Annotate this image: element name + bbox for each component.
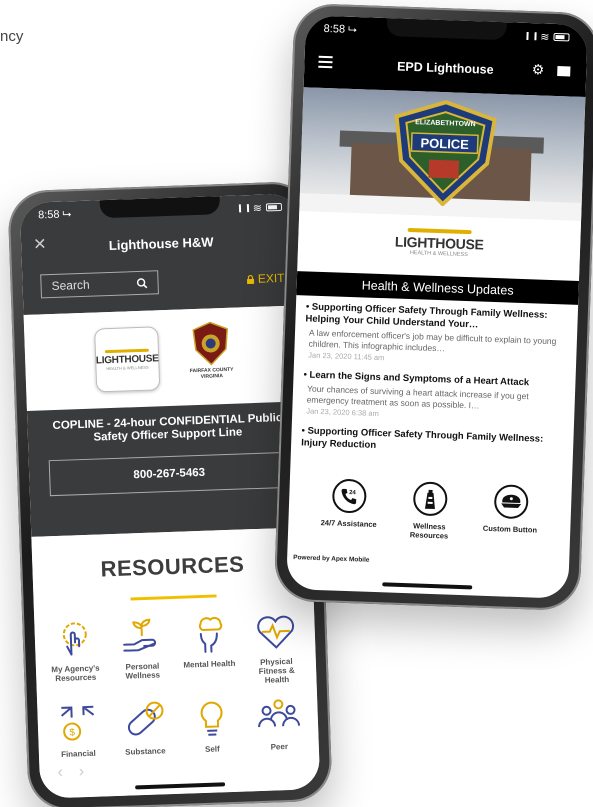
status-time: 8:58 ⮡ [323, 22, 358, 36]
resource-label: Mental Health [183, 658, 236, 670]
search-placeholder: Search [51, 277, 90, 293]
signal-icon [238, 204, 249, 213]
copline-text: COPLINE - 24-hour CONFIDENTIAL Public Sa… [52, 412, 283, 444]
resource-label: Self [204, 744, 220, 754]
exit-button[interactable]: EXIT [247, 271, 285, 286]
gear-icon[interactable]: ⚙ [531, 61, 545, 78]
status-icons: ≋ [526, 29, 570, 44]
resources-title: RESOURCES [100, 551, 245, 582]
status-icons: ≋ [238, 200, 283, 215]
news-item[interactable]: Supporting Officer Safety Through Family… [304, 301, 568, 368]
resource-mental-health[interactable]: Mental Health [174, 611, 244, 688]
back-button[interactable]: ‹ [57, 764, 63, 782]
search-row: Search EXIT [40, 266, 285, 299]
battery-icon [265, 202, 283, 212]
logo-swoosh [104, 348, 149, 353]
home-indicator[interactable] [382, 582, 473, 590]
lighthouse-logo-sub: HEALTH & WELLNESS [106, 364, 149, 371]
powered-by-text: Powered by Apex Mobile [293, 554, 370, 564]
resource-physical-fitness[interactable]: Physical Fitness & Health [241, 608, 311, 685]
lighthouse-logo[interactable]: LIGHTHOUSE HEALTH & WELLNESS [94, 326, 161, 393]
action-label: 24/7 Assistance [320, 518, 377, 530]
news-title: Supporting Officer Safety Through Family… [301, 425, 564, 458]
battery-icon [553, 32, 570, 42]
phone-24-icon: 24 [332, 478, 368, 514]
forward-button[interactable]: › [79, 763, 85, 781]
resource-my-agency[interactable]: My Agency's Resources [40, 615, 110, 692]
updates-header: Health & Wellness Updates [296, 271, 579, 305]
exit-label: EXIT [257, 270, 285, 286]
resource-label: Financial [60, 748, 96, 759]
wellness-resources-button[interactable]: Wellness Resources [397, 481, 463, 541]
news-list: Supporting Officer Safety Through Family… [291, 301, 578, 469]
news-item[interactable]: Learn the Signs and Symptoms of a Heart … [302, 369, 565, 424]
action-label: Custom Button [482, 523, 538, 535]
browser-nav: ‹ › [57, 763, 84, 782]
pill-icon [127, 701, 163, 736]
action-label: Wellness Resources [409, 521, 449, 541]
hero-image: POLICE ELIZABETHTOWN [299, 87, 586, 221]
badge-police-text: POLICE [420, 135, 469, 152]
logo-swoosh [407, 227, 472, 235]
lighthouse-logo-word: LIGHTHOUSE [394, 233, 484, 253]
resource-substance[interactable]: Substance [110, 698, 179, 757]
hand-sprout-icon [122, 618, 156, 652]
mail-icon[interactable] [557, 66, 571, 77]
dollar-arrows-icon: $ [60, 705, 94, 741]
signal-icon [526, 31, 537, 41]
background-text-fragment: ncy [0, 28, 24, 45]
head-cloud-icon [198, 617, 222, 653]
people-icon [257, 699, 300, 728]
left-phone-screen: 8:58 ⮡ ≋ ✕ Lighthouse H&W Search EXIT LI… [19, 193, 321, 799]
right-phone-mockup: 8:58 ⮡ ≋ EPD Lighthouse ⚙ POLICE ELIZABE… [273, 2, 593, 612]
resource-peer[interactable]: Peer [244, 693, 313, 752]
news-item[interactable]: Supporting Officer Safety Through Family… [301, 425, 564, 458]
custom-button[interactable]: Custom Button [477, 484, 543, 544]
heartbeat-icon [256, 615, 294, 649]
right-phone-screen: 8:58 ⮡ ≋ EPD Lighthouse ⚙ POLICE ELIZABE… [286, 15, 588, 599]
search-icon [136, 277, 148, 288]
lighthouse-logo-sub: HEALTH & WELLNESS [409, 250, 468, 259]
status-time: 8:58 ⮡ [37, 207, 72, 221]
elizabethtown-police-badge: POLICE ELIZABETHTOWN [394, 100, 497, 207]
lighthouse-icon [412, 481, 448, 517]
resource-label: Peer [270, 742, 289, 752]
search-input[interactable]: Search [40, 270, 159, 299]
lock-icon [247, 274, 255, 284]
svg-text:$: $ [69, 727, 75, 738]
resource-self[interactable]: Self [177, 696, 246, 755]
partner-logos: LIGHTHOUSE HEALTH & WELLNESS FAIRFAX COU… [23, 305, 307, 411]
lightbulb-icon [200, 701, 223, 736]
copline-section: COPLINE - 24-hour CONFIDENTIAL Public Sa… [26, 401, 312, 537]
resource-label: Substance [125, 746, 166, 757]
fairfax-logo-text: FAIRFAX COUNTY VIRGINIA [189, 366, 234, 380]
wifi-icon: ≋ [252, 202, 263, 215]
svg-text:24: 24 [349, 490, 357, 496]
assistance-button[interactable]: 24 24/7 Assistance [316, 478, 382, 538]
resources-grid: My Agency's Resources Personal Wellness … [34, 594, 319, 760]
resource-label: My Agency's Resources [51, 663, 100, 684]
police-badge-icon [192, 321, 228, 366]
wifi-icon: ≋ [540, 30, 550, 44]
quick-actions: 24 24/7 Assistance Wellness Resources Cu… [308, 478, 552, 544]
gear-hand-icon [62, 622, 87, 656]
app-title: Lighthouse H&W [108, 233, 214, 253]
lighthouse-logo: LIGHTHOUSE HEALTH & WELLNESS [297, 211, 582, 275]
police-cap-icon [493, 484, 529, 520]
copline-phone-button[interactable]: 800-267-5463 [48, 451, 290, 497]
fairfax-police-logo[interactable]: FAIRFAX COUNTY VIRGINIA [186, 321, 236, 393]
resource-financial[interactable]: $ Financial [43, 700, 112, 759]
resource-personal-wellness[interactable]: Personal Wellness [107, 613, 177, 690]
resource-label: Physical Fitness & Health [258, 656, 295, 685]
resource-label: Personal Wellness [125, 661, 161, 681]
